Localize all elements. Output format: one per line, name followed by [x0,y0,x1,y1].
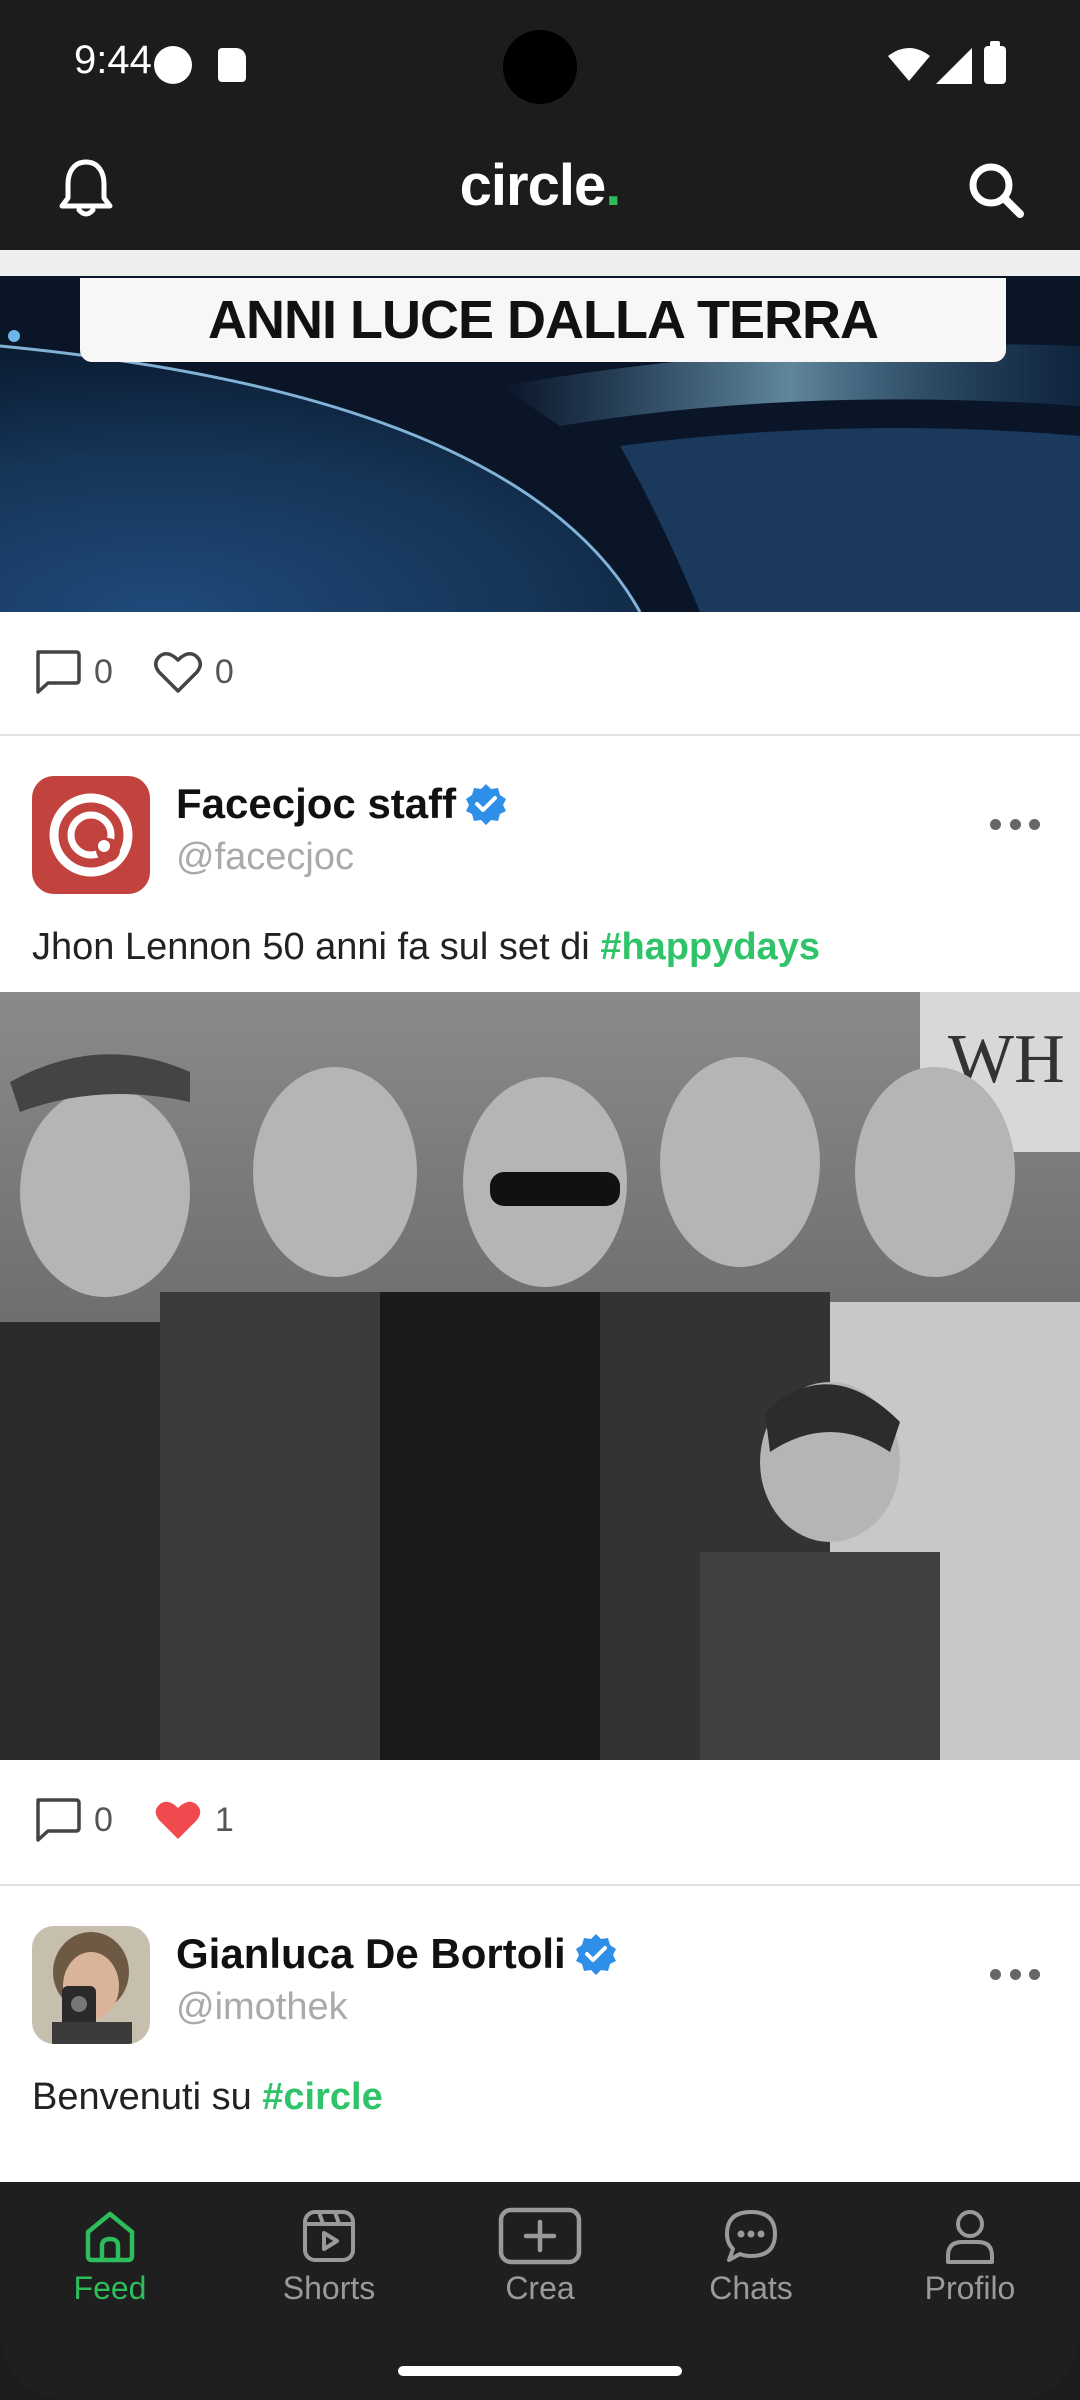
post-actions: 0 1 [0,1760,1080,1880]
comment-count: 0 [94,652,113,691]
comment-icon [36,650,81,694]
add-icon [498,2207,582,2265]
post-actions: 0 0 [0,612,1080,732]
status-bar: 9:44 [0,0,1080,130]
phone-screen: 9:44 circle. ANNI LUCE DALLA TERRA 0 0 F… [0,0,1080,2400]
post-text: Benvenuti su #circle [32,2076,383,2119]
user-icon [946,2210,994,2264]
logo-dot: . [605,153,621,218]
cellular-signal-icon [936,48,972,84]
more-options-icon[interactable] [990,814,1040,834]
chat-icon [725,2210,777,2262]
avatar[interactable] [32,776,150,894]
home-icon [85,2211,135,2263]
post-divider [0,734,1080,736]
like-count: 1 [214,1800,234,1839]
wifi-icon [888,48,930,81]
nav-label: Shorts [282,2270,376,2306]
feed-top-gap [0,250,1080,276]
post-divider [0,1884,1080,1886]
logo-text: circle [459,153,607,218]
nav-feed[interactable]: Feed [30,2206,190,2307]
facecjoc-logo-icon [32,776,150,894]
post-banner: ANNI LUCE DALLA TERRA [80,278,1006,362]
user-name-text: Facecjoc staff [176,780,457,827]
play-icon [303,2210,355,2262]
nav-label: Crea [505,2270,575,2306]
search-icon[interactable] [966,160,1026,220]
comment-button[interactable]: 0 [32,648,113,696]
avatar[interactable] [32,1926,150,2044]
user-handle[interactable]: @imothek [176,1986,348,2029]
like-count: 0 [214,652,234,691]
heart-outline-icon [153,652,202,693]
feed[interactable]: ANNI LUCE DALLA TERRA 0 0 Facecjoc staff… [0,250,1080,2182]
post-text-body: Benvenuti su [32,2076,263,2118]
profile-photo-image [32,1926,150,2044]
post-text-body: Jhon Lennon 50 anni fa sul set di [32,926,601,968]
post-text: Jhon Lennon 50 anni fa sul set di #happy… [32,926,820,969]
hashtag-link[interactable]: #circle [262,2076,382,2118]
status-time: 9:44 [74,38,152,82]
post-image-space[interactable]: ANNI LUCE DALLA TERRA [0,276,1080,612]
nav-label: Profilo [924,2270,1016,2306]
post-header: Gianluca De Bortoli @imothek [0,1920,1080,2060]
verified-badge-icon [575,1934,616,1975]
gesture-home-bar[interactable] [398,2366,682,2376]
like-button[interactable]: 1 [153,1797,234,1843]
comment-button[interactable]: 0 [32,1796,113,1844]
more-options-icon[interactable] [990,1964,1040,1984]
nav-shorts[interactable]: Shorts [249,2206,409,2307]
heart-filled-icon [155,1801,201,1839]
user-handle[interactable]: @facecjoc [176,836,354,879]
notification-dot-icon [154,46,192,84]
nav-chats[interactable]: Chats [671,2206,831,2307]
comment-icon [36,1798,81,1842]
front-camera [503,30,577,104]
battery-icon [984,41,1006,84]
verified-badge-icon [466,784,507,825]
sd-card-icon [218,48,246,82]
app-header: circle. [0,130,1080,250]
comment-count: 0 [94,1800,113,1839]
like-button[interactable]: 0 [153,649,234,695]
group-photo-image: WH [0,992,1080,1760]
nav-label: Feed [73,2270,147,2306]
nav-create[interactable]: Crea [460,2206,620,2307]
nav-profile[interactable]: Profilo [890,2206,1050,2307]
user-name-text: Gianluca De Bortoli [176,1930,566,1977]
post-header: Facecjoc staff @facecjoc [0,770,1080,910]
user-name[interactable]: Facecjoc staff [176,780,508,828]
user-name[interactable]: Gianluca De Bortoli [176,1930,618,1978]
circle-logo: circle. [0,152,1080,219]
nav-label: Chats [709,2270,793,2306]
hashtag-link[interactable]: #happydays [600,926,820,968]
post-photo[interactable]: WH [0,992,1080,1760]
